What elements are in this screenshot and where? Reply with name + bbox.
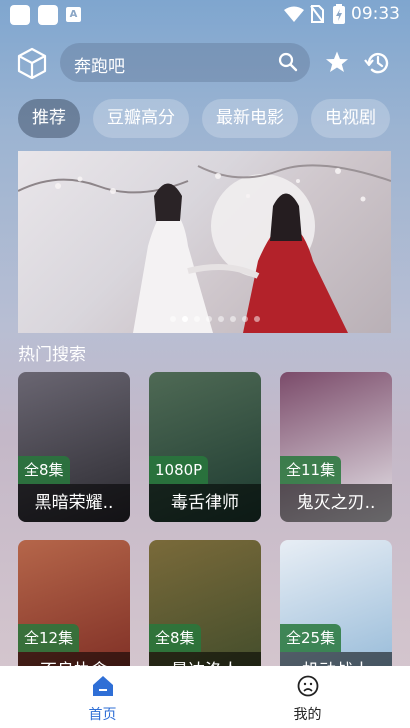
episode-badge: 全12集 (18, 624, 80, 652)
episode-badge: 全25集 (280, 624, 342, 652)
no-sim-icon (310, 5, 324, 23)
search-icon[interactable] (278, 52, 298, 72)
tab-tv-series[interactable]: 电视剧 (311, 99, 390, 138)
search-input[interactable]: 奔跑吧 (74, 52, 125, 77)
section-title: 热门搜索 (18, 345, 86, 365)
episode-badge: 全11集 (280, 456, 342, 484)
cube-icon[interactable] (17, 47, 47, 79)
nav-home-label: 首页 (88, 707, 117, 723)
star-icon[interactable] (325, 50, 349, 74)
media-title: 鬼灭之刃.. (280, 484, 392, 522)
top-bar: 奔跑吧 (0, 42, 410, 84)
app-indicator-icon: A (66, 7, 81, 22)
home-icon (93, 676, 113, 696)
nav-mine-label: 我的 (293, 707, 322, 723)
bottom-navigation: 首页 我的 (0, 666, 410, 728)
history-icon[interactable] (364, 50, 390, 76)
tab-recommend[interactable]: 推荐 (18, 99, 80, 138)
media-title: 毒舌律师 (149, 484, 261, 522)
media-card[interactable]: 全11集 鬼灭之刃.. (280, 372, 392, 522)
tab-new-movies[interactable]: 最新电影 (202, 99, 298, 138)
banner-carousel[interactable] (18, 151, 391, 333)
clock: 09:33 (351, 4, 400, 24)
wifi-icon (284, 6, 304, 22)
notification-icon (38, 5, 58, 25)
media-card[interactable]: 1080P 毒舌律师 (149, 372, 261, 522)
face-icon (297, 675, 319, 697)
media-title: 黑暗荣耀.. (18, 484, 130, 522)
search-bar[interactable]: 奔跑吧 (60, 43, 310, 82)
notification-icon (10, 5, 30, 25)
nav-mine[interactable]: 我的 (205, 666, 410, 728)
media-card[interactable]: 全8集 黑暗荣耀.. (18, 372, 130, 522)
category-tabs: 推荐 豆瓣高分 最新电影 电视剧 (18, 99, 410, 139)
episode-badge: 全8集 (18, 456, 70, 484)
episode-badge: 全8集 (149, 624, 201, 652)
status-bar: A 09:33 (0, 0, 410, 28)
battery-charging-icon (333, 4, 345, 24)
banner-image (18, 164, 391, 333)
nav-home[interactable]: 首页 (0, 666, 205, 728)
tab-douban-top[interactable]: 豆瓣高分 (93, 99, 189, 138)
carousel-indicator (170, 307, 266, 326)
quality-badge: 1080P (149, 456, 209, 484)
